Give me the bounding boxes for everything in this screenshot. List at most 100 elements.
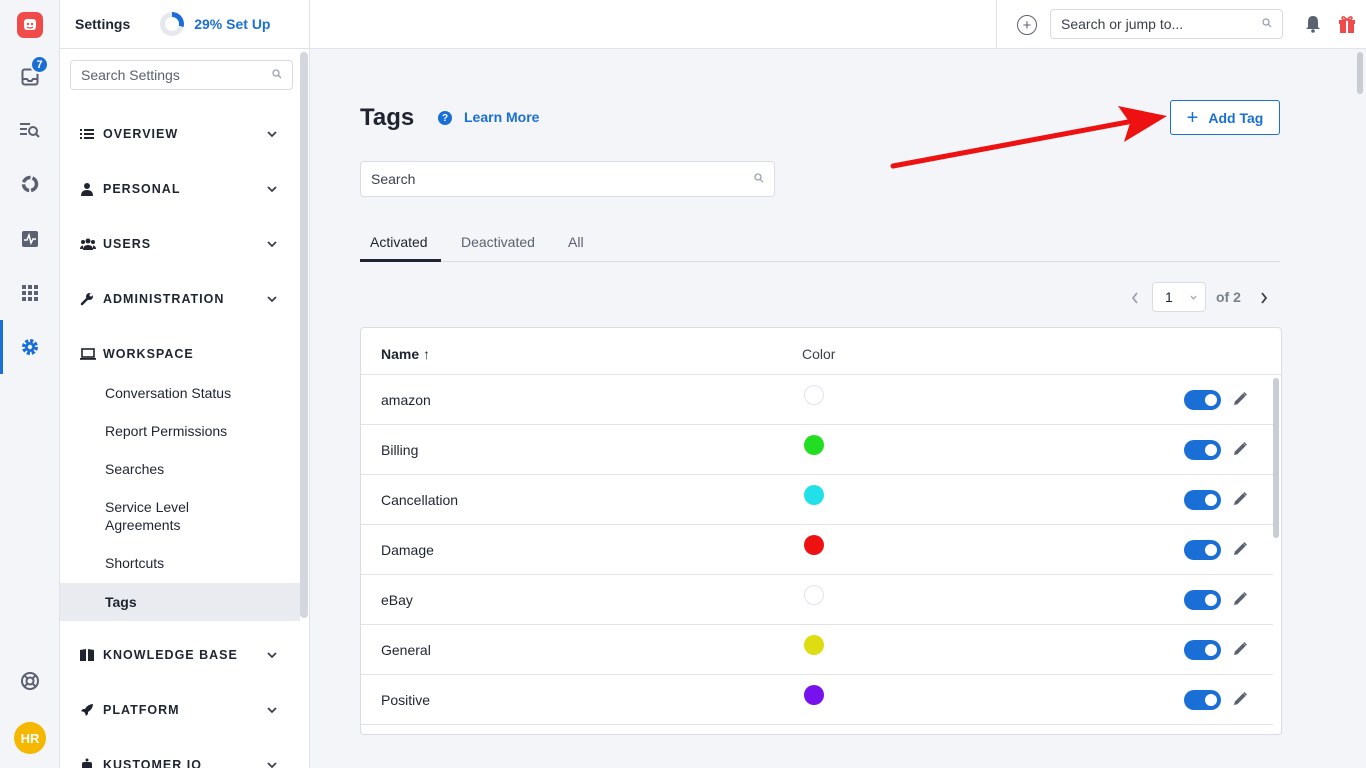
chevron-down-icon — [266, 237, 278, 255]
pencil-icon[interactable] — [1232, 541, 1248, 562]
chevron-down-icon — [266, 648, 278, 666]
create-plus-icon[interactable]: + — [1017, 15, 1037, 35]
search-icon — [272, 66, 282, 84]
chevron-down-icon — [266, 182, 278, 200]
section-workspace[interactable]: WORKSPACE — [60, 339, 300, 369]
page-title: Tags — [360, 104, 415, 131]
help-lifebuoy-icon[interactable] — [0, 661, 60, 701]
chevron-down-icon — [266, 127, 278, 145]
logo-icon[interactable] — [0, 5, 60, 45]
tag-name: amazon — [381, 392, 431, 408]
table-row[interactable]: Billing — [361, 425, 1273, 475]
table-scrollbar[interactable] — [1273, 378, 1279, 538]
add-tag-button[interactable]: + Add Tag — [1170, 100, 1280, 135]
settings-search-input[interactable] — [81, 67, 251, 83]
table-row[interactable]: amazon — [361, 375, 1273, 425]
settings-gear-icon[interactable] — [0, 327, 60, 367]
workspace-item-service-level-agreements[interactable]: Service Level Agreements — [60, 498, 300, 534]
reports-icon[interactable] — [0, 164, 60, 204]
page-count-label: of 2 — [1216, 289, 1241, 305]
pencil-icon[interactable] — [1232, 691, 1248, 712]
activation-toggle[interactable] — [1184, 490, 1221, 510]
tab-activated[interactable]: Activated — [360, 226, 441, 262]
users-icon — [80, 238, 98, 250]
help-icon[interactable]: ? — [438, 111, 452, 125]
workspace-item-tags[interactable]: Tags — [60, 583, 300, 621]
pencil-icon[interactable] — [1232, 391, 1248, 412]
person-icon — [80, 182, 98, 196]
global-search-box — [1050, 9, 1283, 39]
table-header: Name ↑ Color — [361, 328, 1281, 375]
workspace-item-conversation-status[interactable]: Conversation Status — [60, 384, 300, 402]
section-overview[interactable]: OVERVIEW — [60, 119, 300, 149]
page-select-value: 1 — [1165, 289, 1173, 305]
search-icon — [1262, 15, 1272, 33]
section-label: ADMINISTRATION — [103, 292, 225, 306]
activity-icon[interactable] — [0, 219, 60, 259]
workspace-item-report-permissions[interactable]: Report Permissions — [60, 422, 300, 440]
table-row[interactable]: General — [361, 625, 1273, 675]
workspace-item-shortcuts[interactable]: Shortcuts — [60, 554, 300, 572]
activation-toggle[interactable] — [1184, 440, 1221, 460]
settings-scrollbar[interactable] — [300, 52, 308, 618]
table-row[interactable]: Cancellation — [361, 475, 1273, 525]
section-knowledge-base[interactable]: KNOWLEDGE BASE — [60, 640, 300, 670]
chevron-down-icon — [266, 703, 278, 721]
section-users[interactable]: USERS — [60, 229, 300, 259]
section-label: WORKSPACE — [103, 347, 194, 361]
chevron-down-icon — [1190, 292, 1197, 302]
search-list-icon[interactable] — [0, 110, 60, 150]
table-row[interactable]: Damage — [361, 525, 1273, 575]
activation-toggle[interactable] — [1184, 690, 1221, 710]
section-platform[interactable]: PLATFORM — [60, 695, 300, 725]
user-avatar[interactable]: HR — [14, 722, 46, 754]
setup-progress-ring — [160, 12, 185, 36]
apps-grid-icon[interactable] — [0, 273, 60, 313]
settings-title: Settings — [75, 16, 131, 32]
pencil-icon[interactable] — [1232, 591, 1248, 612]
section-kustomer-iq[interactable]: KUSTOMER IQ — [60, 750, 300, 768]
divider — [996, 0, 997, 49]
section-personal[interactable]: PERSONAL — [60, 174, 300, 204]
color-swatch — [804, 435, 824, 455]
pencil-icon[interactable] — [1232, 441, 1248, 462]
table-row[interactable]: eBay — [361, 575, 1273, 625]
bell-icon[interactable] — [1305, 15, 1321, 38]
workspace-item-searches[interactable]: Searches — [60, 460, 300, 478]
page-select[interactable]: 1 — [1152, 282, 1206, 312]
column-header-name[interactable]: Name ↑ — [381, 346, 430, 362]
annotation-arrow-icon — [890, 106, 1167, 169]
tag-name: Billing — [381, 442, 419, 458]
column-header-color: Color — [802, 346, 836, 362]
search-icon — [754, 170, 764, 188]
setup-progress-label: 29% Set Up — [194, 16, 271, 32]
inbox-badge: 7 — [30, 55, 49, 74]
activation-toggle[interactable] — [1184, 540, 1221, 560]
activation-toggle[interactable] — [1184, 590, 1221, 610]
previous-page-icon[interactable] — [1130, 289, 1140, 310]
laptop-icon — [80, 348, 98, 360]
plus-icon: + — [1186, 106, 1199, 129]
activation-toggle[interactable] — [1184, 640, 1221, 660]
gift-icon[interactable] — [1337, 14, 1357, 39]
table-row[interactable]: Positive — [361, 675, 1273, 725]
book-icon — [80, 648, 98, 662]
pencil-icon[interactable] — [1232, 491, 1248, 512]
tab-all[interactable]: All — [568, 226, 584, 262]
tag-name: eBay — [381, 592, 413, 608]
tag-search-input[interactable] — [371, 171, 731, 187]
next-page-icon[interactable] — [1259, 289, 1269, 310]
learn-more-link[interactable]: Learn More — [464, 109, 539, 125]
tag-name: Damage — [381, 542, 434, 558]
tag-tabs: Activated Deactivated All — [360, 226, 1280, 262]
pencil-icon[interactable] — [1232, 641, 1248, 662]
list-icon — [80, 128, 98, 140]
color-swatch — [804, 585, 824, 605]
main-scrollbar[interactable] — [1356, 50, 1364, 768]
settings-panel: Settings 29% Set Up OVERVIEW PERSONAL US… — [60, 0, 310, 768]
activation-toggle[interactable] — [1184, 390, 1221, 410]
setup-progress[interactable]: 29% Set Up — [160, 12, 270, 36]
section-administration[interactable]: ADMINISTRATION — [60, 284, 300, 314]
tab-deactivated[interactable]: Deactivated — [461, 226, 535, 262]
global-search-input[interactable] — [1061, 16, 1241, 32]
